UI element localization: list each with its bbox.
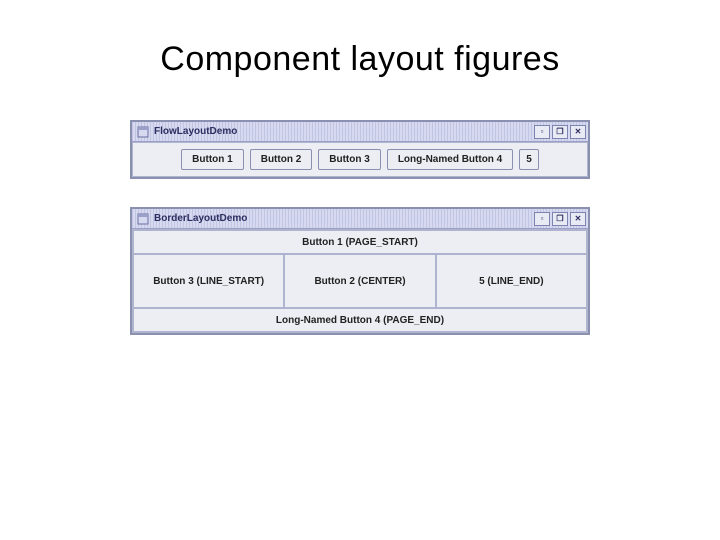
close-icon: ✕ xyxy=(575,215,582,223)
close-icon: ✕ xyxy=(575,128,582,136)
maximize-icon: ❐ xyxy=(556,128,563,136)
button-5[interactable]: 5 xyxy=(519,149,539,170)
content-pane: Button 1 (PAGE_START) Button 3 (LINE_STA… xyxy=(132,229,588,333)
borderlayout-window: BorderLayoutDemo ▫ ❐ ✕ Button 1 (PAGE_ST… xyxy=(130,207,590,335)
center-button[interactable]: Button 2 (CENTER) xyxy=(284,254,435,308)
titlebar[interactable]: BorderLayoutDemo ▫ ❐ ✕ xyxy=(132,209,588,229)
maximize-button[interactable]: ❐ xyxy=(552,125,568,139)
maximize-button[interactable]: ❐ xyxy=(552,212,568,226)
slide: Component layout figures FlowLayoutDemo … xyxy=(0,0,720,540)
close-button[interactable]: ✕ xyxy=(570,125,586,139)
system-menu-icon[interactable] xyxy=(136,212,150,226)
system-menu-icon[interactable] xyxy=(136,125,150,139)
button-2[interactable]: Button 2 xyxy=(250,149,313,170)
button-4[interactable]: Long-Named Button 4 xyxy=(387,149,513,170)
page-end-button[interactable]: Long-Named Button 4 (PAGE_END) xyxy=(133,308,587,332)
minimize-icon: ▫ xyxy=(541,128,544,136)
button-3[interactable]: Button 3 xyxy=(318,149,381,170)
slide-title: Component layout figures xyxy=(0,40,720,79)
window-title: FlowLayoutDemo xyxy=(154,126,243,137)
demo-area: FlowLayoutDemo ▫ ❐ ✕ Button 1 Button 2 B… xyxy=(130,120,590,363)
flowlayout-window: FlowLayoutDemo ▫ ❐ ✕ Button 1 Button 2 B… xyxy=(130,120,590,179)
button-1[interactable]: Button 1 xyxy=(181,149,244,170)
minimize-button[interactable]: ▫ xyxy=(534,212,550,226)
flow-row: Button 1 Button 2 Button 3 Long-Named Bu… xyxy=(133,143,587,176)
window-title: BorderLayoutDemo xyxy=(154,213,253,224)
page-start-button[interactable]: Button 1 (PAGE_START) xyxy=(133,230,587,254)
content-pane: Button 1 Button 2 Button 3 Long-Named Bu… xyxy=(132,142,588,177)
titlebar[interactable]: FlowLayoutDemo ▫ ❐ ✕ xyxy=(132,122,588,142)
maximize-icon: ❐ xyxy=(556,215,563,223)
line-start-button[interactable]: Button 3 (LINE_START) xyxy=(133,254,284,308)
minimize-button[interactable]: ▫ xyxy=(534,125,550,139)
minimize-icon: ▫ xyxy=(541,215,544,223)
close-button[interactable]: ✕ xyxy=(570,212,586,226)
line-end-button[interactable]: 5 (LINE_END) xyxy=(436,254,587,308)
